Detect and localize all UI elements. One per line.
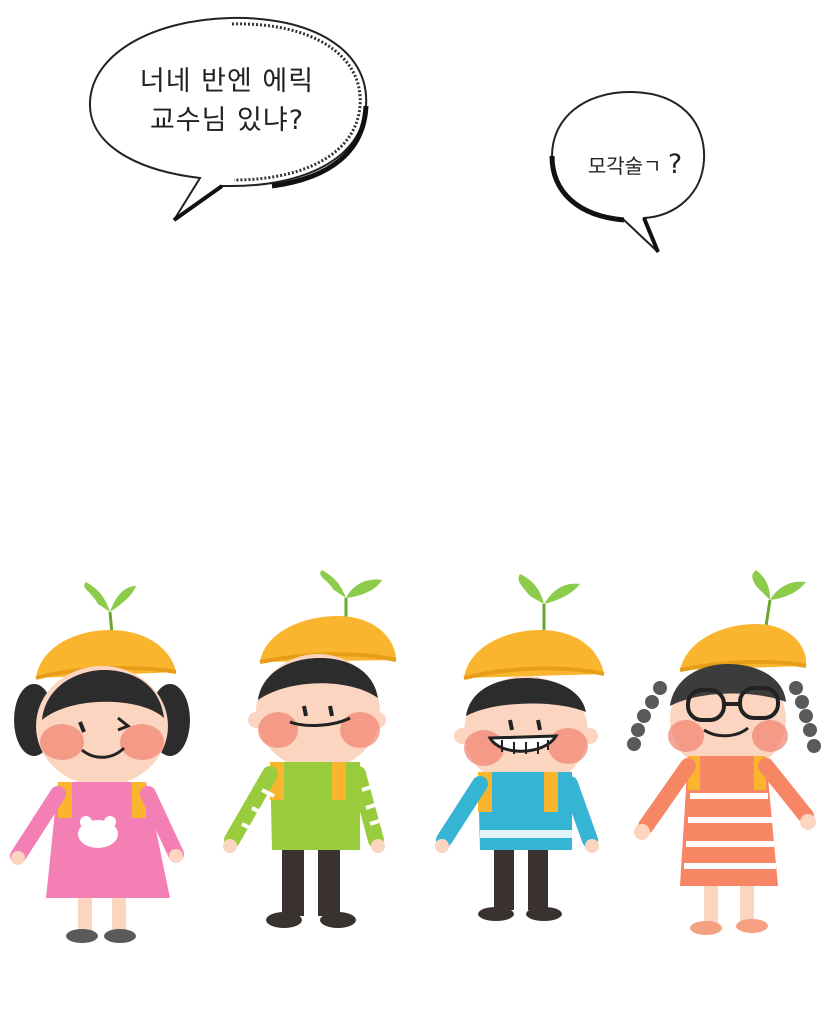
speech-bubble-left-text: 너네 반엔 에릭 교수님 있냐? <box>122 62 332 140</box>
speech-bubble-left: 너네 반엔 에릭 교수님 있냐? <box>82 10 382 230</box>
speech-bubble-right-text: 모각술ㄱ ? <box>560 145 710 184</box>
kid-striped-dress-girl <box>627 570 821 935</box>
kid-blue-shirt-boy <box>435 574 605 921</box>
kid-pink-dress-girl <box>10 582 190 943</box>
speech-question-mark: ? <box>667 149 683 180</box>
speech-line-1: 너네 반엔 에릭 <box>139 66 315 97</box>
kids-illustration <box>10 570 821 943</box>
speech-line-2: 교수님 있냐? <box>149 105 305 137</box>
speech-bubble-right: 모각술ㄱ ? <box>540 82 720 262</box>
kid-green-shirt-boy <box>223 570 397 928</box>
speech-text: 모각술ㄱ <box>587 154 662 178</box>
